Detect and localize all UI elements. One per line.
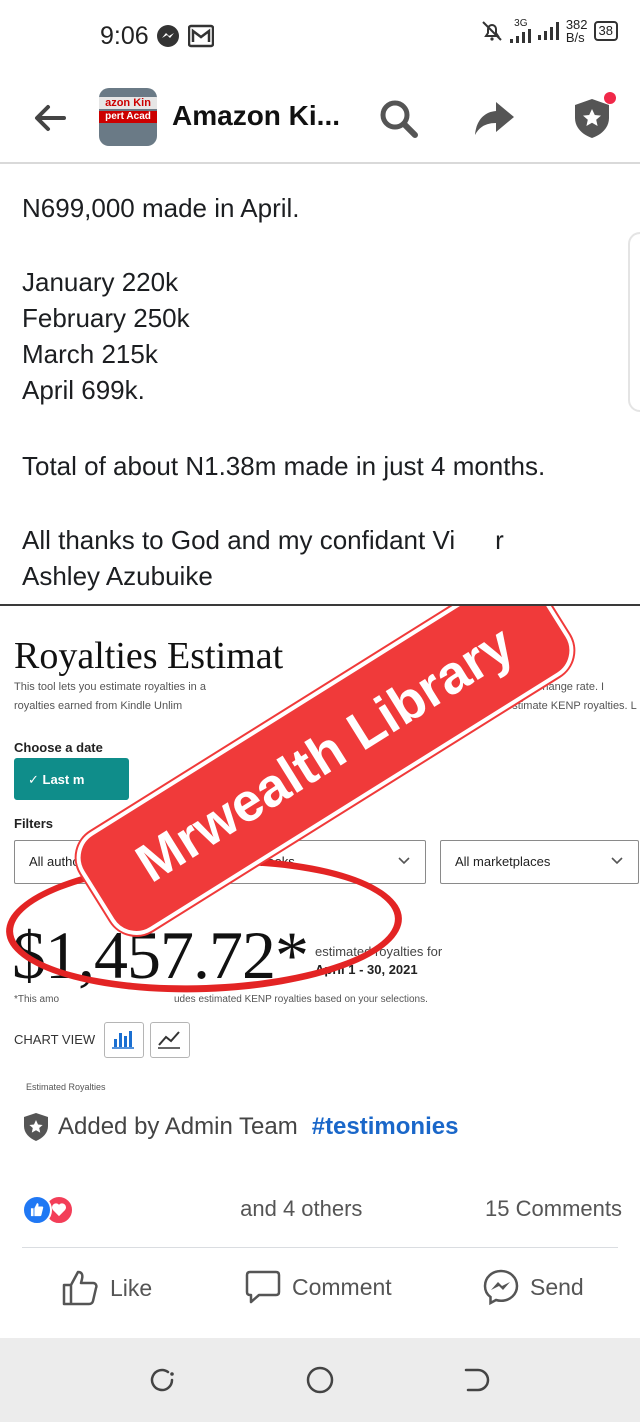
post-line-january: January 220k [22, 267, 179, 297]
line-chart-button [150, 1022, 190, 1058]
bar-chart-button [104, 1022, 144, 1058]
signal-bars-2-icon [537, 22, 559, 40]
reactions-others: and 4 others [240, 1196, 363, 1221]
filter-marketplaces: All marketplaces [440, 840, 639, 884]
recent-apps-icon[interactable] [146, 1364, 178, 1396]
send-button[interactable]: Send [482, 1268, 584, 1306]
reactions-row[interactable]: and 4 others 15 Comments [22, 1192, 622, 1228]
signal-bars-icon [509, 29, 531, 43]
system-navigation-bar [0, 1338, 640, 1422]
thumbs-up-icon [62, 1270, 98, 1306]
footnote-start: *This amo [14, 994, 60, 1005]
post-image[interactable]: Royalties Estimat This tool lets you est… [0, 604, 640, 1100]
bar-chart-icon [112, 1031, 134, 1049]
footnote-end: udes estimated KENP royalties based on y… [174, 994, 428, 1005]
reactions-summary: and 4 others [84, 1196, 362, 1222]
chart-view-label: CHART VIEW [14, 1032, 96, 1047]
choose-date-label: Choose a date [14, 740, 103, 755]
comment-button[interactable]: Comment [244, 1268, 392, 1306]
like-label: Like [110, 1274, 153, 1301]
hashtag-link[interactable]: #testimonies [312, 1113, 459, 1141]
post-line-thanks-1-text: All thanks to God and my confidant Vi [22, 525, 456, 555]
gmail-notification-icon [188, 24, 214, 48]
group-avatar-text-2: pert Acad [99, 111, 157, 123]
shield-star-icon [24, 1113, 48, 1141]
signal-3g: 3G [509, 18, 532, 43]
back-nav-icon[interactable] [460, 1364, 492, 1396]
post-line-total: Total of about N1.38m made in just 4 mon… [22, 451, 546, 481]
back-arrow-icon[interactable] [30, 98, 70, 138]
added-by-row: Added by Admin Team #testimonies [22, 1112, 458, 1142]
actions-divider [22, 1247, 618, 1248]
action-bar: Like Comment Send [0, 1256, 640, 1336]
line-chart-icon [158, 1031, 180, 1049]
network-label: 3G [514, 18, 528, 29]
post-line-thanks-1-end: r [495, 525, 504, 555]
status-right-group: 3G 382 B/s 38 [480, 18, 618, 44]
speed-unit: B/s [565, 30, 585, 45]
side-scroll-handle[interactable] [628, 232, 640, 412]
messenger-icon [483, 1269, 519, 1306]
like-button[interactable]: Like [60, 1268, 152, 1308]
royalties-title: Royalties Estimat [14, 635, 284, 677]
data-speed: 382 B/s [566, 18, 588, 44]
post-line-april: April 699k. [22, 375, 145, 405]
messenger-notification-icon [157, 25, 179, 47]
notification-dot [604, 92, 616, 104]
send-label: Send [530, 1273, 584, 1300]
added-by-text: Added by Admin Team [58, 1113, 298, 1140]
post-body: N699,000 made in April. January 220k Feb… [22, 190, 622, 594]
speech-bubble-icon [245, 1270, 281, 1304]
search-icon[interactable] [376, 96, 420, 140]
post-line-thanks-1: All thanks to God and my confidant Vi r [22, 522, 622, 558]
home-icon[interactable] [304, 1364, 336, 1396]
chevron-down-icon [398, 857, 410, 865]
share-arrow-icon[interactable] [472, 96, 516, 140]
group-avatar-text-1: azon Kin [99, 97, 157, 109]
bell-muted-icon [482, 21, 502, 41]
app-bar: azon Kin pert Acad Amazon Ki... [0, 72, 640, 164]
admin-shield-button[interactable] [570, 92, 616, 140]
post-line-february: February 250k [22, 303, 190, 333]
comments-count[interactable]: 15 Comments [485, 1196, 622, 1222]
estimated-royalties-small-label: Estimated Royalties [26, 1082, 106, 1092]
battery-level: 38 [598, 23, 613, 38]
like-reaction-icon [22, 1195, 52, 1225]
chevron-down-icon [611, 857, 623, 865]
last-month-button: ✓ Last m [14, 758, 129, 800]
comment-label: Comment [292, 1273, 392, 1300]
battery-indicator: 38 [593, 21, 618, 41]
filters-label: Filters [14, 816, 54, 831]
post-headline: N699,000 made in April. [22, 193, 300, 223]
filter-marketplaces-value: All marketplaces [455, 854, 551, 869]
group-title[interactable]: Amazon Ki... [172, 100, 340, 132]
post-line-thanks-2: Ashley Azubuike [22, 561, 213, 591]
group-avatar[interactable]: azon Kin pert Acad [99, 88, 157, 146]
status-bar: 9:06 3G 382 B/s 38 [0, 0, 640, 72]
reactor-name-redacted [84, 1201, 234, 1219]
status-time: 9:06 [100, 22, 149, 50]
post-line-march: March 215k [22, 339, 158, 369]
